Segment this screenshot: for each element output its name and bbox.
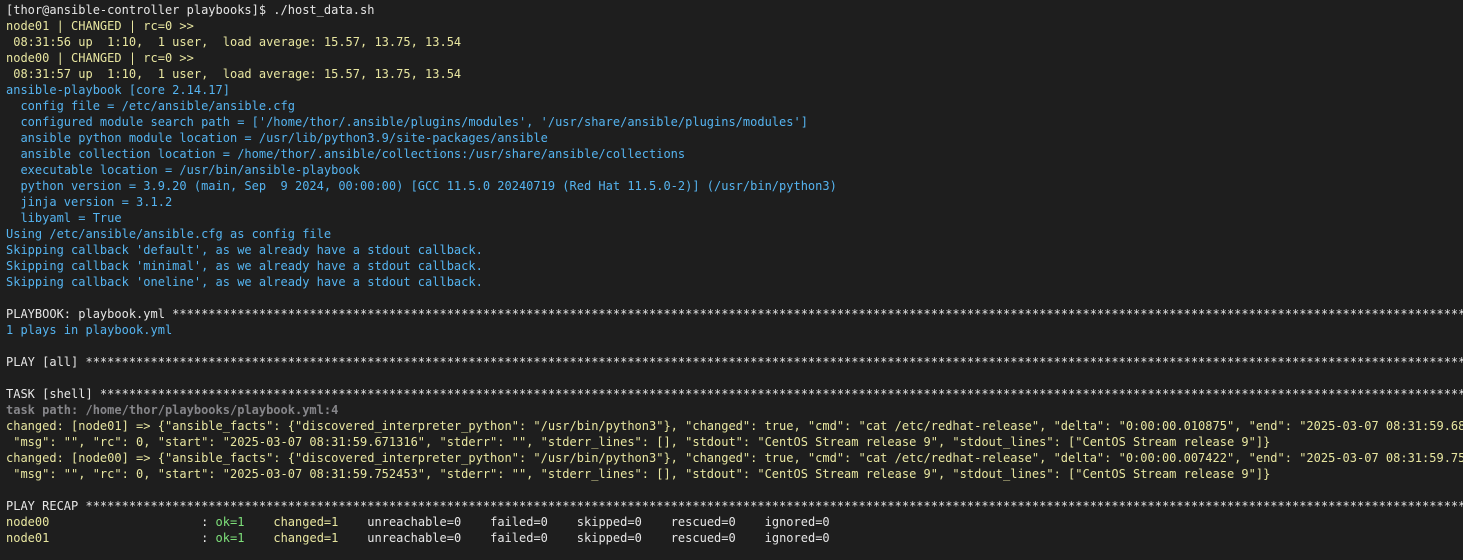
terminal-line: [thor@ansible-controller playbooks]$ ./h… (6, 2, 1463, 18)
terminal-text-segment: changed: [node01] => {"ansible_facts": {… (6, 419, 1463, 433)
terminal-text-segment: changed: [node00] => {"ansible_facts": {… (6, 451, 1463, 465)
terminal-line: PLAY [all] *****************************… (6, 354, 1463, 370)
terminal-text-segment: jinja version = 3.1.2 (6, 195, 173, 209)
terminal-text-segment: PLAY RECAP *****************************… (6, 499, 1463, 513)
terminal-line: PLAY RECAP *****************************… (6, 498, 1463, 514)
terminal-line: "msg": "", "rc": 0, "start": "2025-03-07… (6, 434, 1463, 450)
terminal-line: jinja version = 3.1.2 (6, 194, 1463, 210)
terminal-line: PLAYBOOK: playbook.yml *****************… (6, 306, 1463, 322)
terminal-text-segment: "msg": "", "rc": 0, "start": "2025-03-07… (6, 467, 1271, 481)
terminal-line: 1 plays in playbook.yml (6, 322, 1463, 338)
terminal-text-segment: PLAYBOOK: playbook.yml *****************… (6, 307, 1463, 321)
terminal-text-segment: python version = 3.9.20 (main, Sep 9 202… (6, 179, 837, 193)
terminal-text-segment: libyaml = True (6, 211, 122, 225)
terminal-line: task path: /home/thor/playbooks/playbook… (6, 402, 1463, 418)
terminal-text-segment: ok=1 (215, 515, 245, 529)
terminal-text-segment: changed=1 (273, 515, 339, 529)
terminal-line: node01 : ok=1 changed=1 unreachable=0 fa… (6, 530, 1463, 546)
terminal-text-segment: configured module search path = ['/home/… (6, 115, 808, 129)
terminal-line: 08:31:56 up 1:10, 1 user, load average: … (6, 34, 1463, 50)
terminal-text-segment: 08:31:56 up 1:10, 1 user, load average: … (6, 35, 462, 49)
terminal-line: changed: [node00] => {"ansible_facts": {… (6, 450, 1463, 466)
terminal-text-segment: unreachable=0 failed=0 skipped=0 rescued… (338, 515, 830, 529)
terminal-line: python version = 3.9.20 (main, Sep 9 202… (6, 178, 1463, 194)
terminal-window[interactable]: [thor@ansible-controller playbooks]$ ./h… (0, 0, 1463, 560)
terminal-line: libyaml = True (6, 210, 1463, 226)
terminal-text-segment: changed=1 (273, 531, 339, 545)
terminal-line: ansible python module location = /usr/li… (6, 130, 1463, 146)
terminal-text-segment: ansible python module location = /usr/li… (6, 131, 548, 145)
terminal-line: Skipping callback 'minimal', as we alrea… (6, 258, 1463, 274)
terminal-line: executable location = /usr/bin/ansible-p… (6, 162, 1463, 178)
terminal-text-segment: PLAY [all] *****************************… (6, 355, 1463, 369)
terminal-line: Skipping callback 'oneline', as we alrea… (6, 274, 1463, 290)
terminal-text-segment: node01 | CHANGED | rc=0 >> (6, 19, 194, 33)
terminal-text-segment: unreachable=0 failed=0 skipped=0 rescued… (338, 531, 830, 545)
terminal-text-segment: node00 (6, 515, 50, 529)
terminal-line: 08:31:57 up 1:10, 1 user, load average: … (6, 66, 1463, 82)
terminal-line: configured module search path = ['/home/… (6, 114, 1463, 130)
terminal-text-segment: node01 (6, 531, 50, 545)
terminal-text-segment: node00 | CHANGED | rc=0 >> (6, 51, 194, 65)
terminal-line: node00 | CHANGED | rc=0 >> (6, 50, 1463, 66)
terminal-line: config file = /etc/ansible/ansible.cfg (6, 98, 1463, 114)
terminal-line: node00 : ok=1 changed=1 unreachable=0 fa… (6, 514, 1463, 530)
terminal-line: node01 | CHANGED | rc=0 >> (6, 18, 1463, 34)
terminal-text-segment: task path: /home/thor/playbooks/playbook… (6, 403, 339, 417)
terminal-line: "msg": "", "rc": 0, "start": "2025-03-07… (6, 466, 1463, 482)
terminal-line: TASK [shell] ***************************… (6, 386, 1463, 402)
terminal-text-segment: TASK [shell] ***************************… (6, 387, 1463, 401)
terminal-text-segment: Skipping callback 'minimal', as we alrea… (6, 259, 483, 273)
terminal-text-segment: : (49, 515, 216, 529)
terminal-line: Skipping callback 'default', as we alrea… (6, 242, 1463, 258)
terminal-text-segment: Skipping callback 'oneline', as we alrea… (6, 275, 483, 289)
terminal-output: [thor@ansible-controller playbooks]$ ./h… (6, 2, 1463, 546)
terminal-text-segment: Skipping callback 'default', as we alrea… (6, 243, 483, 257)
terminal-text-segment: ansible collection location = /home/thor… (6, 147, 686, 161)
terminal-text-segment: [thor@ansible-controller playbooks]$ ./h… (6, 3, 375, 17)
terminal-text-segment: executable location = /usr/bin/ansible-p… (6, 163, 361, 177)
terminal-line: changed: [node01] => {"ansible_facts": {… (6, 418, 1463, 434)
terminal-text-segment: 1 plays in playbook.yml (6, 323, 173, 337)
terminal-text-segment: : (49, 531, 216, 545)
terminal-text-segment: 08:31:57 up 1:10, 1 user, load average: … (6, 67, 462, 81)
terminal-line: ansible-playbook [core 2.14.17] (6, 82, 1463, 98)
terminal-line: Using /etc/ansible/ansible.cfg as config… (6, 226, 1463, 242)
terminal-text-segment: ansible-playbook [core 2.14.17] (6, 83, 230, 97)
terminal-text-segment: Using /etc/ansible/ansible.cfg as config… (6, 227, 332, 241)
terminal-text-segment: "msg": "", "rc": 0, "start": "2025-03-07… (6, 435, 1271, 449)
terminal-line: ansible collection location = /home/thor… (6, 146, 1463, 162)
terminal-text-segment: ok=1 (215, 531, 245, 545)
terminal-text-segment: config file = /etc/ansible/ansible.cfg (6, 99, 295, 113)
